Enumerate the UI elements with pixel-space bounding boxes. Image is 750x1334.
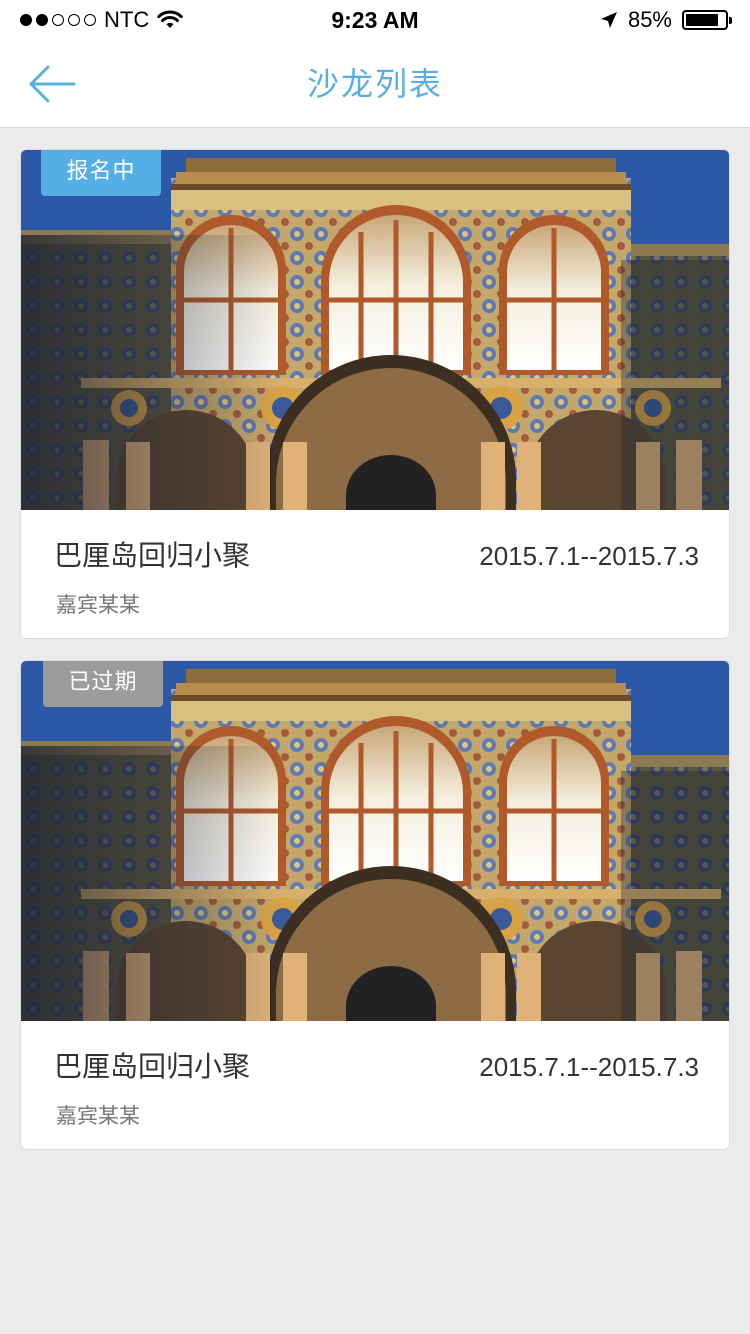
salon-guest: 嘉宾某某 — [56, 593, 140, 617]
salon-cover-image — [21, 150, 730, 510]
location-arrow-icon — [600, 12, 617, 28]
status-bar: NTC 9:23 AM 85% — [0, 0, 750, 40]
navigation-bar: 沙龙列表 — [0, 40, 750, 128]
status-badge: 已过期 — [43, 661, 163, 707]
page-title: 沙龙列表 — [306, 65, 443, 103]
salon-date-range: 2015.7.1--2015.7.3 — [479, 541, 699, 571]
battery-icon — [682, 10, 732, 30]
salon-guest: 嘉宾某某 — [56, 1104, 140, 1128]
salon-title: 巴厘岛回归小聚 — [54, 539, 251, 572]
salon-title: 巴厘岛回归小聚 — [54, 1050, 251, 1083]
salon-card[interactable]: 报名中 巴厘岛回归小聚 2015.7.1--2015.7.3 嘉宾某某 — [20, 149, 730, 639]
salon-cover-image — [21, 661, 730, 1021]
status-right: 85% — [600, 6, 732, 34]
battery-level — [686, 14, 718, 26]
status-badge: 报名中 — [41, 150, 161, 196]
battery-percentage: 85% — [627, 7, 672, 32]
salon-list: 报名中 巴厘岛回归小聚 2015.7.1--2015.7.3 嘉宾某某 已过期 … — [20, 149, 730, 1171]
salon-date-range: 2015.7.1--2015.7.3 — [479, 1052, 699, 1082]
salon-card[interactable]: 已过期 巴厘岛回归小聚 2015.7.1--2015.7.3 嘉宾某某 — [20, 660, 730, 1150]
